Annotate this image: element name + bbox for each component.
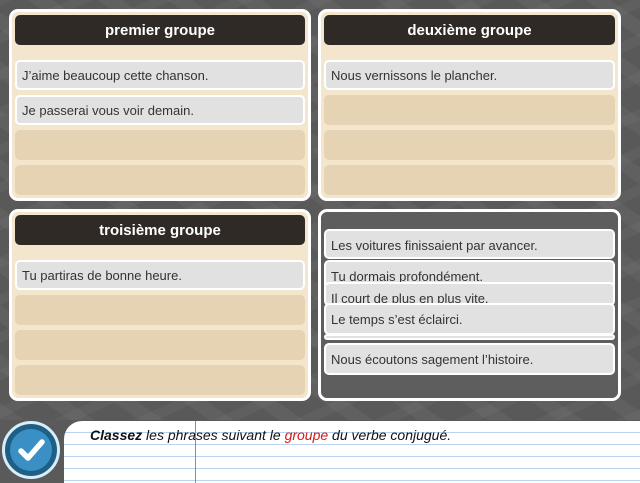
- sentence-card[interactable]: [324, 334, 615, 340]
- instruction-part2: du verbe conjugué.: [328, 427, 452, 443]
- sentence-card[interactable]: J’aime beaucoup cette chanson.: [15, 60, 305, 90]
- instruction-text: Classez les phrases suivant le groupe du…: [90, 427, 451, 443]
- sentence-card[interactable]: Les voitures finissaient par avancer.: [324, 229, 615, 259]
- empty-slot: [15, 295, 305, 325]
- drop-zone-deuxieme-groupe[interactable]: deuxième groupe Nous vernissons le planc…: [318, 9, 621, 201]
- sentence-card[interactable]: Nous écoutons sagement l’histoire.: [324, 343, 615, 375]
- instruction-part1: les phrases suivant le: [142, 427, 285, 443]
- empty-slot: [324, 130, 615, 160]
- empty-slot: [15, 365, 305, 395]
- sentence-card[interactable]: Nous vernissons le plancher.: [324, 60, 615, 90]
- checkmark-icon: [10, 429, 52, 471]
- validate-button[interactable]: [2, 421, 60, 479]
- empty-slot: [15, 130, 305, 160]
- premier-groupe-header: premier groupe: [15, 15, 305, 45]
- empty-slot: [324, 165, 615, 195]
- instruction-highlight: groupe: [284, 427, 329, 443]
- sentence-pool[interactable]: Les voitures finissaient par avancer. Tu…: [318, 209, 621, 401]
- troisieme-groupe-header: troisième groupe: [15, 215, 305, 245]
- empty-slot: [15, 330, 305, 360]
- empty-slot: [15, 165, 305, 195]
- instruction-verb: Classez: [90, 427, 143, 443]
- empty-slot: [324, 95, 615, 125]
- sentence-card[interactable]: Je passerai vous voir demain.: [15, 95, 305, 125]
- deuxieme-groupe-header: deuxième groupe: [324, 15, 615, 45]
- drop-zone-premier-groupe[interactable]: premier groupe J’aime beaucoup cette cha…: [9, 9, 311, 201]
- drop-zone-troisieme-groupe[interactable]: troisième groupe Tu partiras de bonne he…: [9, 209, 311, 401]
- instruction-note: Classez les phrases suivant le groupe du…: [64, 421, 640, 483]
- sentence-card[interactable]: Tu partiras de bonne heure.: [15, 260, 305, 290]
- sentence-card[interactable]: Le temps s’est éclairci.: [324, 303, 615, 335]
